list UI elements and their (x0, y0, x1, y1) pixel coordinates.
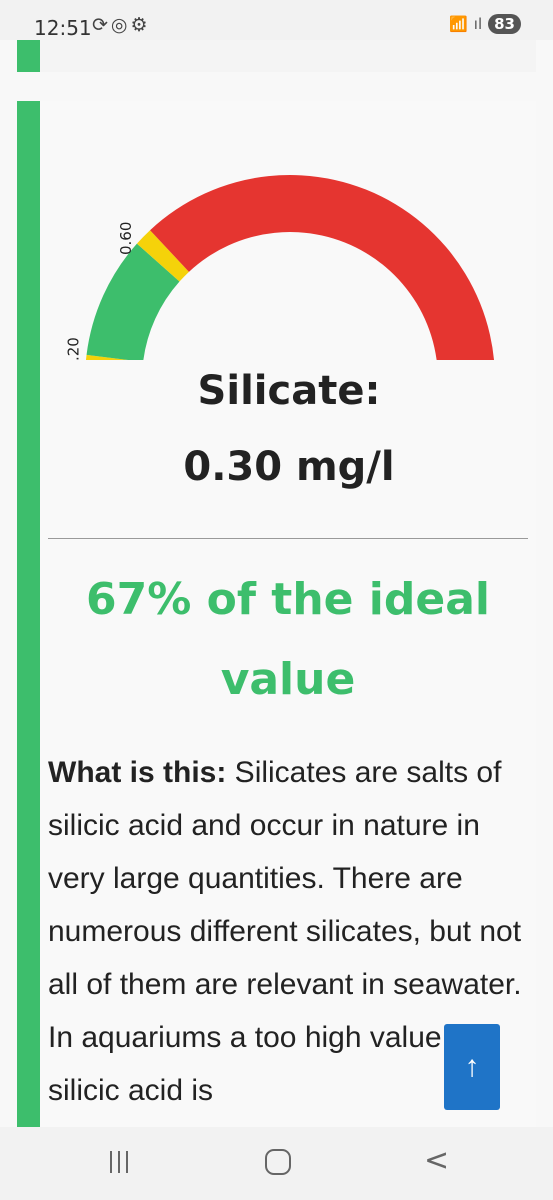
card-accent-bar (17, 40, 40, 72)
gauge-segment-4 (150, 175, 494, 360)
arrow-up-icon: ↑ (464, 1050, 480, 1083)
status-right-icons: 📶 ıl 83 (449, 14, 521, 34)
recent-apps-button[interactable] (110, 1151, 134, 1175)
status-time: 12:51 (34, 16, 92, 40)
wifi-icon: 📶 (449, 15, 468, 33)
status-left-icons: ⟳◎⚙ (92, 14, 151, 36)
scroll-to-top-button[interactable]: ↑ (444, 1024, 500, 1110)
value-gauge: 0.20 0.60 (65, 175, 494, 360)
sync-icon: ⟳ (92, 14, 111, 36)
battery-badge: 83 (488, 14, 521, 34)
description-label: What is this: (48, 756, 227, 789)
parameter-name: Silicate: (197, 368, 381, 414)
navigation-bar: < (0, 1127, 553, 1200)
back-button[interactable]: < (424, 1143, 449, 1178)
nfc-icon: ◎ (110, 14, 131, 36)
parameter-value: 0.30 mg/l (183, 444, 395, 490)
gauge-tick-label: 0.20 (65, 337, 83, 360)
settings-icon: ⚙ (130, 14, 151, 36)
home-button[interactable] (265, 1149, 291, 1175)
signal-icon: ıl (473, 15, 483, 33)
divider (48, 538, 528, 539)
card-accent-bar (17, 101, 40, 1127)
gauge-tick-label: 0.60 (117, 222, 135, 255)
previous-parameter-card (17, 40, 536, 72)
ideal-percentage: 67% of the ideal value (85, 574, 491, 705)
